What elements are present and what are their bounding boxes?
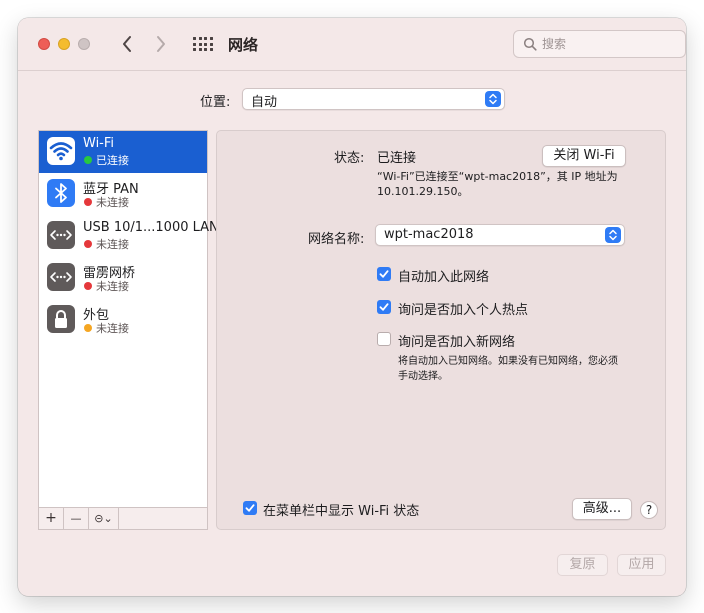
bluetooth-icon bbox=[47, 179, 75, 207]
search-input[interactable] bbox=[542, 35, 672, 53]
new-network-note: 将自动加入已知网络。如果没有已知网络，您必须 bbox=[398, 356, 618, 367]
service-status: 未连接 bbox=[96, 280, 129, 293]
network-name-select[interactable]: wpt-mac2018 bbox=[375, 224, 625, 246]
help-button[interactable]: ? bbox=[640, 501, 658, 519]
new-network-note-2: 手动选择。 bbox=[398, 371, 448, 382]
service-status: 未连接 bbox=[96, 322, 129, 335]
turn-off-wifi-button[interactable]: 关闭 Wi-Fi bbox=[542, 145, 626, 167]
location-select[interactable]: 自动 bbox=[242, 88, 505, 110]
advanced-button[interactable]: 高级... bbox=[572, 498, 632, 520]
apply-button[interactable]: 应用 bbox=[617, 554, 666, 576]
network-name-label: 网络名称: bbox=[308, 232, 365, 247]
show-wifi-in-menubar-checkbox[interactable] bbox=[243, 501, 257, 515]
status-description-ip: 10.101.29.150。 bbox=[377, 185, 469, 198]
service-item-thunderbolt-bridge[interactable]: 雷雳网桥 未连接 bbox=[39, 257, 207, 299]
chevron-right-icon bbox=[157, 36, 165, 52]
auto-join-checkbox[interactable] bbox=[377, 267, 391, 281]
service-status: 已连接 bbox=[96, 154, 129, 167]
ethernet-icon bbox=[47, 221, 75, 249]
window-title: 网络 bbox=[228, 36, 259, 54]
ask-new-network-label: 询问是否加入新网络 bbox=[398, 335, 516, 350]
service-name: USB 10/1...1000 LAN bbox=[83, 220, 219, 235]
remove-service-button[interactable]: — bbox=[64, 508, 89, 529]
status-dot-icon bbox=[84, 198, 92, 206]
status-dot-icon bbox=[84, 240, 92, 248]
show-wifi-in-menubar-label: 在菜单栏中显示 Wi-Fi 状态 bbox=[263, 504, 420, 519]
service-list: Wi-Fi 已连接 蓝牙 PAN 未连接 USB 10/1...1000 LAN… bbox=[38, 130, 219, 508]
service-item-vpn[interactable]: 外包 未连接 bbox=[39, 299, 207, 341]
service-status: 未连接 bbox=[96, 196, 129, 209]
chevron-left-icon bbox=[123, 36, 131, 52]
close-window-button[interactable] bbox=[38, 38, 50, 50]
ask-hotspot-checkbox[interactable] bbox=[377, 300, 391, 314]
service-name: Wi-Fi bbox=[83, 136, 115, 151]
search-icon bbox=[523, 37, 537, 51]
status-label: 状态: bbox=[334, 151, 365, 166]
ask-hotspot-label: 询问是否加入个人热点 bbox=[398, 303, 529, 318]
status-dot-icon bbox=[84, 324, 92, 332]
ethernet-icon bbox=[47, 263, 75, 291]
network-preferences-window: 网络 位置: 自动 Wi-Fi 已连接 蓝牙 PAN 未连接 bbox=[18, 18, 686, 596]
service-actions-menu-button[interactable]: ⊝⌄ bbox=[89, 508, 119, 529]
show-all-grid-icon[interactable] bbox=[193, 37, 213, 51]
revert-button[interactable]: 复原 bbox=[557, 554, 608, 576]
ask-new-network-checkbox[interactable] bbox=[377, 332, 391, 346]
status-dot-icon bbox=[84, 282, 92, 290]
auto-join-label: 自动加入此网络 bbox=[398, 270, 490, 285]
service-item-usb-lan[interactable]: USB 10/1...1000 LAN 未连接 bbox=[39, 215, 219, 257]
location-label: 位置: bbox=[200, 95, 231, 110]
status-value: 已连接 bbox=[377, 151, 417, 166]
service-item-bluetooth-pan[interactable]: 蓝牙 PAN 未连接 bbox=[39, 173, 207, 215]
service-status: 未连接 bbox=[96, 238, 129, 251]
title-bar: 网络 bbox=[18, 18, 686, 71]
service-item-wifi[interactable]: Wi-Fi 已连接 bbox=[39, 131, 207, 173]
status-dot-icon bbox=[84, 156, 92, 164]
service-list-toolbar: + — ⊝⌄ bbox=[38, 508, 208, 530]
popup-arrows-icon bbox=[485, 91, 501, 107]
status-description: “Wi-Fi”已连接至“wpt-mac2018”，其 IP 地址为 bbox=[377, 170, 618, 183]
minimize-window-button[interactable] bbox=[58, 38, 70, 50]
search-field[interactable] bbox=[513, 30, 686, 58]
wifi-icon bbox=[47, 137, 75, 165]
popup-arrows-icon bbox=[605, 227, 621, 243]
back-button[interactable] bbox=[114, 31, 140, 57]
wifi-detail-panel: 状态: 已连接 关闭 Wi-Fi “Wi-Fi”已连接至“wpt-mac2018… bbox=[216, 130, 666, 530]
forward-button[interactable] bbox=[148, 31, 174, 57]
network-name-value: wpt-mac2018 bbox=[384, 227, 474, 242]
add-service-button[interactable]: + bbox=[39, 508, 64, 529]
location-value: 自动 bbox=[251, 95, 278, 110]
zoom-window-button[interactable] bbox=[78, 38, 90, 50]
lock-icon bbox=[47, 305, 75, 333]
